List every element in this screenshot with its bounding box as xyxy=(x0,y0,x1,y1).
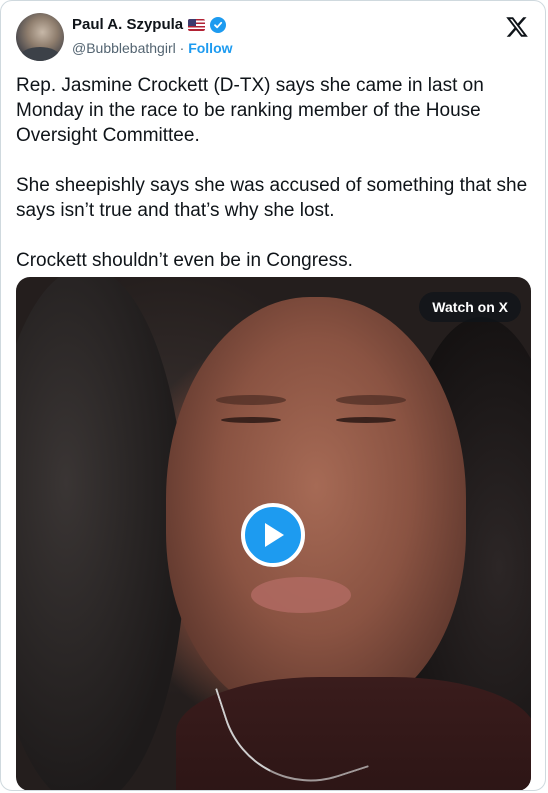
verified-badge-icon xyxy=(210,16,227,33)
us-flag-icon xyxy=(188,18,206,31)
author-handle-row: @Bubblebathgirl · Follow xyxy=(72,40,233,56)
tweet-paragraph: She sheepishly says she was accused of s… xyxy=(16,175,528,221)
avatar[interactable] xyxy=(16,13,64,61)
author-name-row: Paul A. Szypula xyxy=(72,16,227,33)
play-button[interactable] xyxy=(241,503,305,567)
watch-on-x-button[interactable]: Watch on X xyxy=(419,292,521,322)
author-display-name[interactable]: Paul A. Szypula xyxy=(72,16,183,33)
tweet-text: Rep. Jasmine Crockett (D-TX) says she ca… xyxy=(16,73,531,298)
x-logo-icon[interactable] xyxy=(505,15,529,39)
tweet-card: Paul A. Szypula @Bubblebathgirl · Follow… xyxy=(0,0,546,791)
tweet-paragraph: Rep. Jasmine Crockett (D-TX) says she ca… xyxy=(16,75,484,146)
play-icon xyxy=(265,523,284,547)
video-thumbnail[interactable]: Watch on X xyxy=(16,277,531,790)
tweet-paragraph: Crockett shouldn’t even be in Congress. xyxy=(16,250,353,271)
author-handle[interactable]: @Bubblebathgirl xyxy=(72,40,176,56)
separator-dot: · xyxy=(179,40,185,56)
follow-button[interactable]: Follow xyxy=(188,40,232,56)
